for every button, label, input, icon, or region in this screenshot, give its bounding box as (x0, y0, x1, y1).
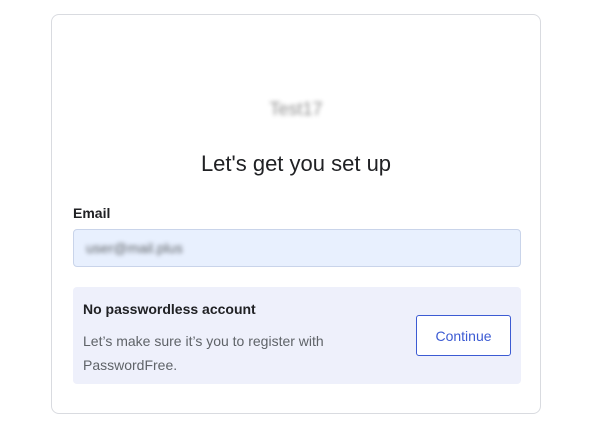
continue-button[interactable]: Continue (416, 315, 511, 356)
page-title: Let's get you set up (200, 151, 392, 176)
notice-body: Let’s make sure it’s you to register wit… (83, 333, 324, 373)
email-label: Email (73, 205, 111, 221)
signup-card: Test17 Let's get you set up Email user@m… (51, 14, 541, 414)
notice-title: No passwordless account (83, 301, 256, 317)
notice-panel: No passwordless account Let’s make sure … (73, 287, 521, 384)
email-value: user@mail.plus (86, 240, 183, 256)
brand-logo: Test17 (269, 99, 323, 119)
email-field[interactable]: user@mail.plus (73, 229, 521, 267)
